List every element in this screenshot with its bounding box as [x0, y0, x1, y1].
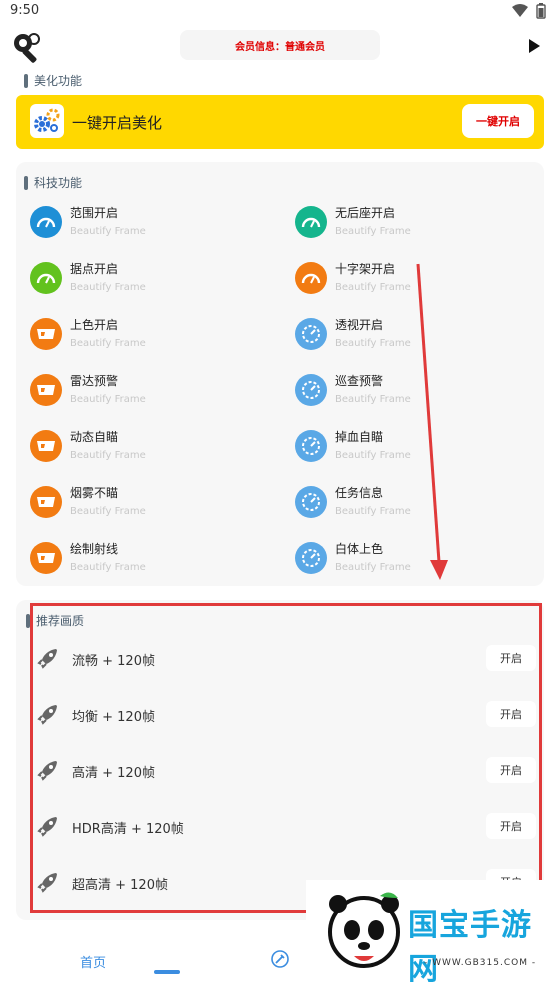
- gauge-icon: [30, 206, 62, 238]
- tech-item-name: 范围开启: [70, 206, 119, 220]
- red-arrow-annotation: [416, 263, 448, 580]
- tech-item-name: 绘制射线: [70, 542, 119, 556]
- tech-item-name: 动态自瞄: [70, 430, 119, 444]
- tech-item-name: 无后座开启: [335, 206, 396, 220]
- speedometer-icon: [295, 374, 327, 406]
- glasses-icon: [30, 318, 62, 350]
- tech-item[interactable]: 据点开启 Beautify Frame: [30, 258, 270, 302]
- glasses-icon: [30, 374, 62, 406]
- beautify-section-title: 美化功能: [24, 72, 82, 89]
- tech-item[interactable]: 绘制射线 Beautify Frame: [30, 538, 270, 582]
- tech-item-subtitle: Beautify Frame: [70, 226, 146, 237]
- tech-item-subtitle: Beautify Frame: [70, 450, 146, 461]
- play-icon[interactable]: [526, 38, 542, 54]
- speedometer-icon: [295, 430, 327, 462]
- tech-item-subtitle: Beautify Frame: [70, 338, 146, 349]
- tech-item-name: 任务信息: [335, 486, 384, 500]
- speedometer-icon: [295, 318, 327, 350]
- highlight-box: [30, 603, 542, 913]
- tech-item[interactable]: 无后座开启 Beautify Frame: [295, 202, 535, 246]
- gauge-icon: [295, 262, 327, 294]
- tech-item-name: 掉血自瞄: [335, 430, 384, 444]
- tech-section-title: 科技功能: [24, 174, 82, 191]
- tech-item-name: 上色开启: [70, 318, 119, 332]
- watermark-name: 国宝手游网: [408, 908, 532, 987]
- tech-item-subtitle: Beautify Frame: [335, 450, 411, 461]
- speedometer-icon: [295, 486, 327, 518]
- tech-item-name: 十字架开启: [335, 262, 396, 276]
- battery-icon: [536, 3, 546, 19]
- tech-item-subtitle: Beautify Frame: [335, 338, 411, 349]
- gauge-icon: [30, 262, 62, 294]
- wrench-settings-icon[interactable]: [10, 30, 44, 64]
- tech-item-subtitle: Beautify Frame: [335, 506, 411, 517]
- member-info: 会员信息：普通会员: [180, 30, 380, 60]
- tech-item-subtitle: Beautify Frame: [335, 226, 411, 237]
- glasses-icon: [30, 542, 62, 574]
- speedometer-icon: [295, 542, 327, 574]
- gears-icon: [30, 104, 64, 138]
- tech-item-subtitle: Beautify Frame: [70, 506, 146, 517]
- panda-logo: [328, 892, 400, 968]
- tech-item-name: 据点开启: [70, 262, 119, 276]
- top-bar: 会员信息：普通会员: [0, 26, 556, 68]
- tech-item-name: 白体上色: [335, 542, 384, 556]
- nav-home[interactable]: 首页: [80, 952, 106, 971]
- tech-item-name: 雷达预警: [70, 374, 119, 388]
- tech-item-subtitle: Beautify Frame: [335, 562, 411, 573]
- tech-item-name: 巡查预警: [335, 374, 384, 388]
- glasses-icon: [30, 430, 62, 462]
- system-icons: [512, 3, 546, 19]
- tech-section: 科技功能 范围开启 Beautify Frame 无后座开启 Beautify Fra…: [16, 162, 544, 586]
- tech-item-subtitle: Beautify Frame: [335, 394, 411, 405]
- watermark-url: - WWW.GB315.COM -: [424, 958, 537, 968]
- one-key-label: 一键开启美化: [72, 114, 163, 132]
- tech-item-subtitle: Beautify Frame: [70, 562, 146, 573]
- tech-item[interactable]: 动态自瞄 Beautify Frame: [30, 426, 270, 470]
- tools-icon[interactable]: [271, 950, 289, 968]
- tech-item[interactable]: 烟雾不瞄 Beautify Frame: [30, 482, 270, 526]
- watermark: 国宝手游网 - WWW.GB315.COM -: [306, 880, 556, 987]
- one-key-beautify-card: 一键开启美化 一键开启: [16, 95, 544, 149]
- glasses-icon: [30, 486, 62, 518]
- status-bar: 9:50: [0, 0, 556, 22]
- tech-item[interactable]: 上色开启 Beautify Frame: [30, 314, 270, 358]
- one-key-enable-button[interactable]: 一键开启: [462, 104, 534, 138]
- tech-item[interactable]: 雷达预警 Beautify Frame: [30, 370, 270, 414]
- tech-item-subtitle: Beautify Frame: [335, 282, 411, 293]
- nav-active-indicator: [154, 970, 180, 974]
- tech-item-subtitle: Beautify Frame: [70, 394, 146, 405]
- wifi-icon: [512, 4, 528, 17]
- tech-item-name: 透视开启: [335, 318, 384, 332]
- tech-item[interactable]: 范围开启 Beautify Frame: [30, 202, 270, 246]
- status-time: 9:50: [10, 3, 40, 18]
- tech-item-name: 烟雾不瞄: [70, 486, 119, 500]
- gauge-icon: [295, 206, 327, 238]
- tech-item-subtitle: Beautify Frame: [70, 282, 146, 293]
